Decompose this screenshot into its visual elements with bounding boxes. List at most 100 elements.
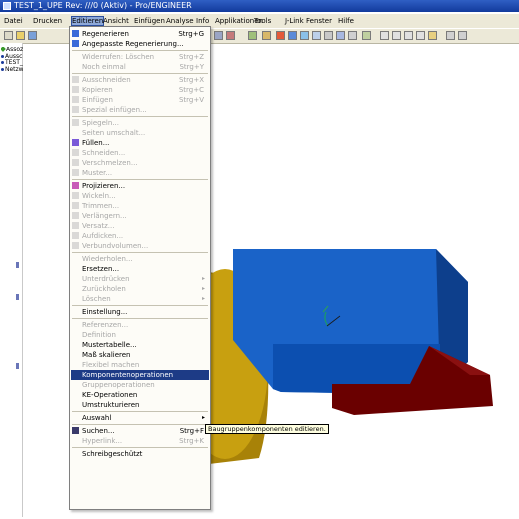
extend-icon xyxy=(72,212,79,219)
sash-arrow-icon[interactable] xyxy=(16,262,19,268)
datum-point-icon[interactable] xyxy=(262,31,271,40)
menu-separator xyxy=(72,447,208,448)
menu-item-ersetzen[interactable]: Ersetzen... xyxy=(71,264,209,274)
repaint-icon[interactable] xyxy=(276,31,285,40)
menu-item-spiegeln[interactable]: Spiegeln... xyxy=(71,118,209,128)
refit-icon[interactable] xyxy=(312,31,321,40)
save-file-icon[interactable] xyxy=(28,31,37,40)
menu-item-noch-einmal[interactable]: Noch einmal Strg+Y xyxy=(71,62,209,72)
menu-item-ma-skalieren[interactable]: Maß skalieren xyxy=(71,350,209,360)
menu-item-regenerieren[interactable]: Regenerieren Strg+G xyxy=(71,29,209,39)
mirror-icon xyxy=(72,119,79,126)
regenerate-icon xyxy=(72,30,79,37)
menu-item-label: Verschmelzen... xyxy=(82,159,138,167)
menu-analyse[interactable]: Analyse xyxy=(166,17,194,25)
menu-item-shortcut: Strg+Y xyxy=(179,63,204,71)
thicken-icon xyxy=(72,232,79,239)
menu-separator xyxy=(72,411,208,412)
menu-item-aufdicken[interactable]: Aufdicken... xyxy=(71,231,209,241)
menu-fenster[interactable]: Fenster xyxy=(306,17,332,25)
menu-item-ke-operationen[interactable]: KE-Operationen xyxy=(71,390,209,400)
menu-item-kopieren[interactable]: Kopieren Strg+C xyxy=(71,85,209,95)
menu-item-verbundvolumen[interactable]: Verbundvolumen... xyxy=(71,241,209,251)
hidden-line-icon[interactable] xyxy=(392,31,401,40)
new-file-icon[interactable] xyxy=(4,31,13,40)
menu-item-auswahl[interactable]: Auswahl ▸ xyxy=(71,413,209,423)
saved-views-icon[interactable] xyxy=(336,31,345,40)
menu-item-unterdr-cken[interactable]: Unterdrücken ▸ xyxy=(71,274,209,284)
menu-item-label: Suchen... xyxy=(82,427,115,435)
menu-item-ausschneiden[interactable]: Ausschneiden Strg+X xyxy=(71,75,209,85)
menu-item-spezial-einf-gen[interactable]: Spezial einfügen... xyxy=(71,105,209,115)
menu-item-versatz[interactable]: Versatz... xyxy=(71,221,209,231)
no-hidden-icon[interactable] xyxy=(404,31,413,40)
menu-item-shortcut: Strg+X xyxy=(178,76,204,84)
menu-item-label: Einstellung... xyxy=(82,308,128,316)
menu-datei[interactable]: Datei xyxy=(4,17,23,25)
paste-special-icon xyxy=(72,106,79,113)
model-tree-icon[interactable] xyxy=(428,31,437,40)
datum-axis-icon[interactable] xyxy=(248,31,257,40)
menu-item-projizieren[interactable]: Projizieren... xyxy=(71,181,209,191)
menu-item-l-schen[interactable]: Löschen ▸ xyxy=(71,294,209,304)
menu-item-referenzen[interactable]: Referenzen... xyxy=(71,320,209,330)
view-tool-icon[interactable] xyxy=(214,31,223,40)
menu-item-einf-gen[interactable]: Einfügen Strg+V xyxy=(71,95,209,105)
zoom-out-icon[interactable] xyxy=(300,31,309,40)
menu-item-schreibgesch-tzt[interactable]: Schreibgeschützt xyxy=(71,449,209,459)
menu-item-muster[interactable]: Muster... xyxy=(71,168,209,178)
sketch-tool-icon[interactable] xyxy=(446,31,455,40)
menu-item-label: Schreibgeschützt xyxy=(82,450,143,458)
menu-item-label: Referenzen... xyxy=(82,321,129,329)
menu-item-label: Komponentenoperationen xyxy=(82,371,174,379)
shading-icon[interactable] xyxy=(416,31,425,40)
menu-tools[interactable]: Tools xyxy=(254,17,271,25)
orient-icon[interactable] xyxy=(324,31,333,40)
menu-ansicht[interactable]: Ansicht xyxy=(103,17,129,25)
zoom-in-icon[interactable] xyxy=(288,31,297,40)
paste-icon xyxy=(72,96,79,103)
menu-separator xyxy=(72,50,208,51)
datum-plane-icon[interactable] xyxy=(226,31,235,40)
menu-item-hyperlink[interactable]: Hyperlink... Strg+K xyxy=(71,436,209,446)
menu-item-verschmelzen[interactable]: Verschmelzen... xyxy=(71,158,209,168)
open-file-icon[interactable] xyxy=(16,31,25,40)
spin-center-icon[interactable] xyxy=(362,31,371,40)
menu-item-label: Spiegeln... xyxy=(82,119,119,127)
menu-item-umstrukturieren[interactable]: Umstrukturieren xyxy=(71,400,209,410)
menu-item-schneiden[interactable]: Schneiden... xyxy=(71,148,209,158)
menu-item-label: Mustertabelle... xyxy=(82,341,137,349)
menu-item-trimmen[interactable]: Trimmen... xyxy=(71,201,209,211)
menu-item-zur-ckholen[interactable]: Zurückholen ▸ xyxy=(71,284,209,294)
menu-item-wickeln[interactable]: Wickeln... xyxy=(71,191,209,201)
menu-item-shortcut: Strg+C xyxy=(178,86,204,94)
menu-item-komponentenoperationen[interactable]: Komponentenoperationen xyxy=(71,370,209,380)
menu-item-gruppenoperationen[interactable]: Gruppenoperationen xyxy=(71,380,209,390)
wireframe-icon[interactable] xyxy=(380,31,389,40)
menu-item-definition[interactable]: Definition xyxy=(71,330,209,340)
menu-einf-gen[interactable]: Einfügen xyxy=(134,17,165,25)
menu-item-shortcut: Strg+V xyxy=(178,96,204,104)
menu-item-einstellung[interactable]: Einstellung... xyxy=(71,307,209,317)
menu-item-mustertabelle[interactable]: Mustertabelle... xyxy=(71,340,209,350)
menu-item-shortcut: Strg+Z xyxy=(178,53,204,61)
menu-editieren[interactable]: Editieren xyxy=(70,16,105,26)
dimension-icon[interactable] xyxy=(458,31,467,40)
menu-item-verl-ngern[interactable]: Verlängern... xyxy=(71,211,209,221)
menu-item-angepasste-regenerierung[interactable]: Angepasste Regenerierung... xyxy=(71,39,209,49)
sash-arrow-icon[interactable] xyxy=(16,294,19,300)
sash-arrow-icon[interactable] xyxy=(16,363,19,369)
solidify-icon xyxy=(72,242,79,249)
menu-item-flexibel-machen[interactable]: Flexibel machen xyxy=(71,360,209,370)
layers-icon[interactable] xyxy=(348,31,357,40)
menu-item-suchen[interactable]: Suchen... Strg+F xyxy=(71,426,209,436)
bullet-icon xyxy=(1,54,4,58)
menu-drucken[interactable]: Drucken xyxy=(33,17,62,25)
menu-j-link[interactable]: J-Link xyxy=(285,17,304,25)
menu-item-widerrufen-l-schen[interactable]: Widerrufen: Löschen Strg+Z xyxy=(71,52,209,62)
menu-item-f-llen[interactable]: Füllen... xyxy=(71,138,209,148)
menu-item-wiederholen[interactable]: Wiederholen... xyxy=(71,254,209,264)
menu-item-seiten-umschalt[interactable]: Seiten umschalt... xyxy=(71,128,209,138)
menu-info[interactable]: Info xyxy=(196,17,209,25)
menu-hilfe[interactable]: Hilfe xyxy=(338,17,354,25)
